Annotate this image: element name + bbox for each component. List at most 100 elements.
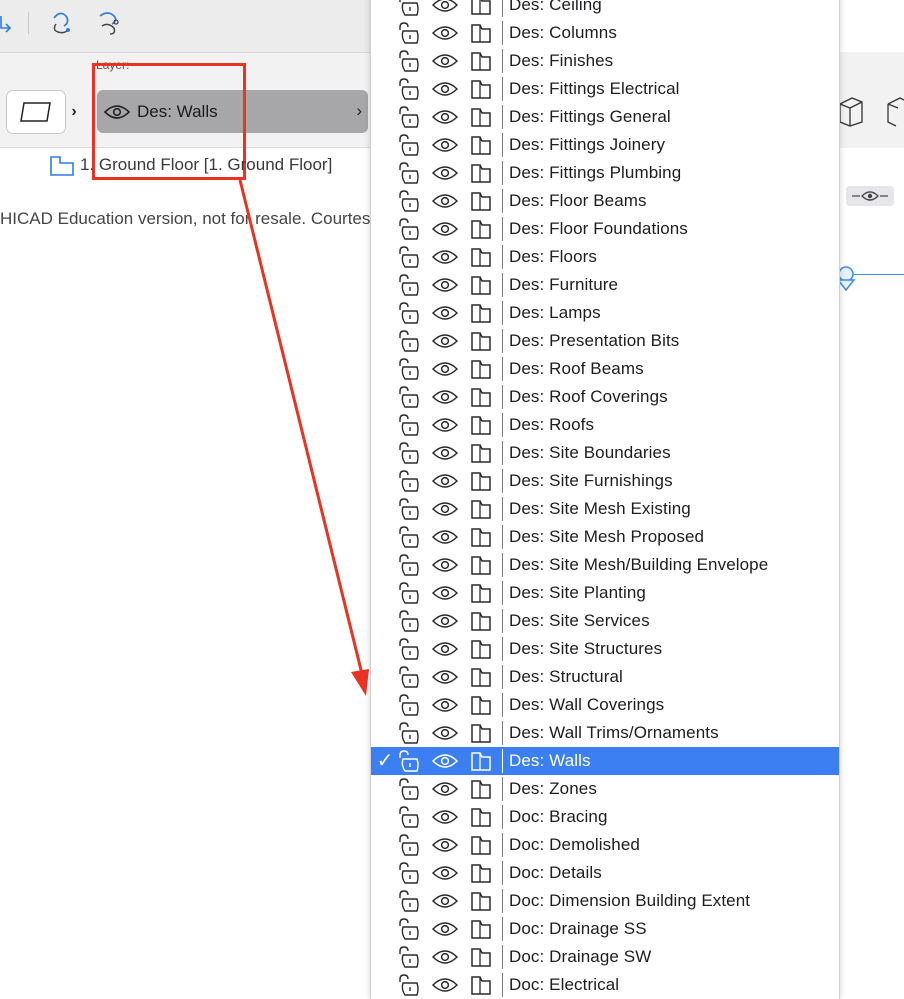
wireframe-icon[interactable] xyxy=(469,974,495,996)
geometry-method-button[interactable] xyxy=(6,90,66,134)
wireframe-icon[interactable] xyxy=(469,666,495,688)
layer-menu-item[interactable]: Des: Floor Beams xyxy=(371,187,839,215)
lock-open-icon[interactable] xyxy=(397,834,423,856)
lock-open-icon[interactable] xyxy=(397,918,423,940)
lock-open-icon[interactable] xyxy=(397,106,423,128)
wireframe-icon[interactable] xyxy=(469,78,495,100)
layer-menu-item[interactable]: Des: Presentation Bits xyxy=(371,327,839,355)
wireframe-icon[interactable] xyxy=(469,582,495,604)
wireframe-icon[interactable] xyxy=(469,22,495,44)
download-icon[interactable] xyxy=(0,12,14,34)
lock-open-icon[interactable] xyxy=(397,218,423,240)
layer-menu-item[interactable]: Doc: Drainage SW xyxy=(371,943,839,971)
eye-icon[interactable] xyxy=(431,751,459,771)
lock-open-icon[interactable] xyxy=(397,610,423,632)
eye-icon[interactable] xyxy=(431,443,459,463)
wireframe-icon[interactable] xyxy=(469,414,495,436)
lock-open-icon[interactable] xyxy=(397,22,423,44)
lock-open-icon[interactable] xyxy=(397,78,423,100)
eye-icon[interactable] xyxy=(431,611,459,631)
eye-icon[interactable] xyxy=(431,191,459,211)
eye-icon[interactable] xyxy=(431,667,459,687)
layer-menu-item[interactable]: Doc: Dimension Building Extent xyxy=(371,887,839,915)
visibility-toggle[interactable] xyxy=(846,186,894,206)
lock-open-icon[interactable] xyxy=(397,190,423,212)
lock-open-icon[interactable] xyxy=(397,750,423,772)
layer-menu-item[interactable]: Des: Site Furnishings xyxy=(371,467,839,495)
layer-menu-item[interactable]: Des: Wall Coverings xyxy=(371,691,839,719)
layer-menu-item[interactable]: Doc: Demolished xyxy=(371,831,839,859)
layer-menu-item[interactable]: Des: Fittings Joinery xyxy=(371,131,839,159)
lock-open-icon[interactable] xyxy=(397,414,423,436)
layer-menu-item[interactable]: Des: Floors xyxy=(371,243,839,271)
layer-menu-item[interactable]: Des: Site Boundaries xyxy=(371,439,839,467)
layer-menu-item[interactable]: Des: Site Mesh/Building Envelope xyxy=(371,551,839,579)
layer-menu-item[interactable]: Des: Site Planting xyxy=(371,579,839,607)
box-alt-icon[interactable] xyxy=(886,96,904,128)
wireframe-icon[interactable] xyxy=(469,862,495,884)
lock-open-icon[interactable] xyxy=(397,890,423,912)
layer-menu-item[interactable]: Des: Site Structures xyxy=(371,635,839,663)
wireframe-icon[interactable] xyxy=(469,778,495,800)
wireframe-icon[interactable] xyxy=(469,134,495,156)
lock-open-icon[interactable] xyxy=(397,666,423,688)
eye-icon[interactable] xyxy=(431,275,459,295)
eye-icon[interactable] xyxy=(431,107,459,127)
chevron-right-icon[interactable]: › xyxy=(66,98,82,126)
eye-icon[interactable] xyxy=(431,835,459,855)
lock-open-icon[interactable] xyxy=(397,442,423,464)
eye-icon[interactable] xyxy=(431,387,459,407)
layer-menu-item[interactable]: Des: Fittings General xyxy=(371,103,839,131)
eye-icon[interactable] xyxy=(431,975,459,995)
wireframe-icon[interactable] xyxy=(469,246,495,268)
wireframe-icon[interactable] xyxy=(469,946,495,968)
lock-open-icon[interactable] xyxy=(397,470,423,492)
eye-icon[interactable] xyxy=(431,527,459,547)
lock-open-icon[interactable] xyxy=(397,50,423,72)
lock-open-icon[interactable] xyxy=(397,946,423,968)
wireframe-icon[interactable] xyxy=(469,386,495,408)
eye-icon[interactable] xyxy=(431,499,459,519)
wireframe-icon[interactable] xyxy=(469,274,495,296)
layer-menu-item[interactable]: Des: Floor Foundations xyxy=(371,215,839,243)
box-icon[interactable] xyxy=(838,96,864,128)
layer-menu-item[interactable]: Des: Structural xyxy=(371,663,839,691)
trace-icon[interactable] xyxy=(94,8,124,38)
wireframe-icon[interactable] xyxy=(469,722,495,744)
layer-menu-item[interactable]: Des: Fittings Electrical xyxy=(371,75,839,103)
lock-open-icon[interactable] xyxy=(397,498,423,520)
wireframe-icon[interactable] xyxy=(469,806,495,828)
layer-menu-item[interactable]: Des: Furniture xyxy=(371,271,839,299)
wireframe-icon[interactable] xyxy=(469,890,495,912)
magic-wand-icon[interactable] xyxy=(46,8,76,38)
eye-icon[interactable] xyxy=(431,415,459,435)
eye-icon[interactable] xyxy=(431,359,459,379)
wireframe-icon[interactable] xyxy=(469,834,495,856)
eye-icon[interactable] xyxy=(431,639,459,659)
wireframe-icon[interactable] xyxy=(469,358,495,380)
wireframe-icon[interactable] xyxy=(469,0,495,16)
eye-icon[interactable] xyxy=(431,583,459,603)
lock-open-icon[interactable] xyxy=(397,274,423,296)
lock-open-icon[interactable] xyxy=(397,386,423,408)
eye-icon[interactable] xyxy=(431,863,459,883)
eye-icon[interactable] xyxy=(431,23,459,43)
eye-icon[interactable] xyxy=(431,219,459,239)
wireframe-icon[interactable] xyxy=(469,526,495,548)
wireframe-icon[interactable] xyxy=(469,470,495,492)
lock-open-icon[interactable] xyxy=(397,134,423,156)
lock-open-icon[interactable] xyxy=(397,246,423,268)
wireframe-icon[interactable] xyxy=(469,218,495,240)
lock-open-icon[interactable] xyxy=(397,330,423,352)
wireframe-icon[interactable] xyxy=(469,162,495,184)
lock-open-icon[interactable] xyxy=(397,778,423,800)
layer-menu-item[interactable]: Des: Roof Coverings xyxy=(371,383,839,411)
layer-menu-item[interactable]: ✓ Des: Walls xyxy=(371,747,839,775)
wireframe-icon[interactable] xyxy=(469,498,495,520)
layer-menu-item[interactable]: Des: Lamps xyxy=(371,299,839,327)
eye-icon[interactable] xyxy=(431,247,459,267)
layer-menu-item[interactable]: Doc: Bracing xyxy=(371,803,839,831)
lock-open-icon[interactable] xyxy=(397,638,423,660)
eye-icon[interactable] xyxy=(431,807,459,827)
wireframe-icon[interactable] xyxy=(469,190,495,212)
